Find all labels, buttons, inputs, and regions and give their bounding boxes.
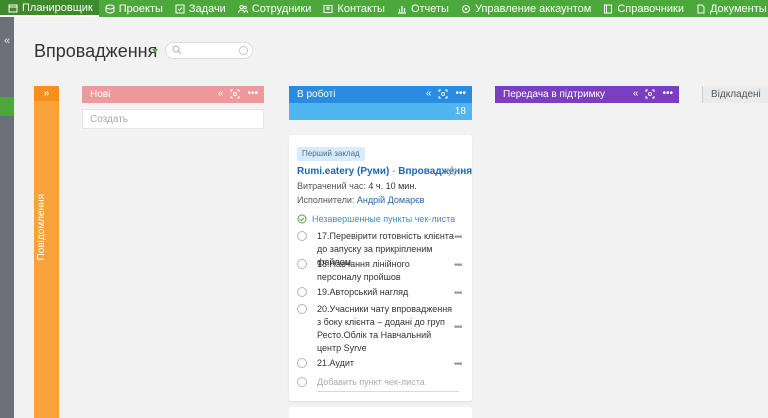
more-icon[interactable]: ••• [455, 88, 466, 100]
assignee-link[interactable]: Андрій Домарєв [357, 195, 425, 205]
sidebar-active-marker[interactable] [0, 97, 14, 116]
checklist-item[interactable]: 20.Учасники чату впровадження з боку клі… [297, 303, 471, 355]
nav-item-label: Проекты [118, 2, 163, 15]
task-stage[interactable]: Впровадження [398, 166, 472, 177]
left-sidebar: « [0, 17, 14, 418]
collapse-column-icon[interactable]: « [218, 88, 224, 100]
checklist-item[interactable]: 21.Аудит ••• [297, 357, 471, 371]
focus-icon[interactable] [230, 89, 240, 99]
checklist-checkbox[interactable] [297, 377, 307, 387]
column-header-deferred[interactable]: Відкладені [702, 86, 768, 103]
checklist-header[interactable]: Незавершенные пункты чек-листа [297, 214, 455, 224]
nav-item-label: Отчеты [410, 2, 449, 15]
focus-icon[interactable] [438, 89, 448, 99]
time-spent-label: Витрачений час: [297, 181, 366, 191]
chevron-down-icon[interactable] [152, 49, 158, 53]
checklist-item-text: 21.Аудит [317, 358, 355, 368]
add-checklist-input[interactable]: Добавить пункт чек-листа [317, 376, 459, 392]
calendar-icon [8, 4, 18, 12]
expand-column-button[interactable]: » [34, 86, 59, 101]
search-icon [172, 45, 182, 55]
nav-item-tasks[interactable]: Задачи [169, 0, 232, 17]
checklist-item-text: 18.Навчання лінійного персоналу пройшов [317, 259, 410, 282]
checklist-checkbox[interactable] [297, 259, 307, 269]
book-icon [604, 4, 613, 13]
create-task-input[interactable]: Создать [82, 109, 264, 129]
nav-item-label: Сотрудники [251, 2, 312, 15]
column-tools: « ••• [426, 88, 466, 100]
nav-item-planner[interactable]: Планировщик [0, 0, 99, 17]
time-spent: Витрачений час: 4 ч. 10 мин. [297, 181, 417, 191]
more-icon[interactable]: ••• [662, 88, 673, 100]
column-tools: « ••• [218, 88, 258, 100]
chart-icon [397, 5, 406, 14]
column-header-support[interactable]: Передача в підтримку « ••• [495, 86, 679, 103]
column-title: Відкладені [711, 89, 761, 100]
checklist-header-label: Незавершенные пункты чек-листа [312, 214, 456, 224]
nav-item-label: Задачи [188, 2, 226, 15]
more-icon[interactable]: ••• [454, 359, 462, 370]
column-title: Передача в підтримку [503, 89, 606, 100]
assignee-label: Исполнители: [297, 195, 355, 205]
more-icon[interactable]: ••• [247, 88, 258, 100]
page-title[interactable]: Впровадження [34, 41, 157, 62]
focus-icon[interactable] [645, 89, 655, 99]
search-options-icon[interactable] [239, 46, 248, 55]
more-icon[interactable]: ••• [454, 232, 462, 243]
nav-item-label: Управление аккаунтом [474, 2, 592, 15]
column-header-in-work[interactable]: В роботі « ••• [289, 86, 472, 103]
column-title: В роботі [297, 89, 336, 100]
task-card[interactable] [289, 407, 472, 418]
nav-item-documents[interactable]: Документы [690, 0, 768, 17]
checklist-item-text: 19.Авторський нагляд [317, 287, 409, 297]
checklist-checkbox[interactable] [297, 304, 307, 314]
nav-item-projects[interactable]: Проекты [99, 0, 169, 17]
nav-item-account[interactable]: Управление аккаунтом [455, 0, 597, 17]
check-circle-icon [297, 214, 307, 224]
document-icon [697, 4, 705, 13]
nav-item-label: Справочники [617, 2, 684, 15]
checklist-item-text: 20.Учасники чату впровадження з боку клі… [317, 304, 453, 353]
more-icon[interactable]: ••• [454, 260, 462, 271]
search-input[interactable] [165, 42, 253, 59]
column-title: Нові [90, 89, 111, 100]
collapse-column-icon[interactable]: « [633, 88, 639, 100]
checkbox-icon [175, 4, 185, 13]
task-tag[interactable]: Перший заклад [297, 147, 365, 161]
stack-icon [105, 4, 115, 14]
collapse-column-icon[interactable]: « [426, 88, 432, 100]
top-navigation: Планировщик Проекты Задачи Сотрудники Ко… [0, 0, 768, 17]
checklist-item[interactable]: 19.Авторський нагляд ••• [297, 286, 471, 300]
task-card[interactable]: Перший заклад Rumi.eatery (Руми) - Впров… [289, 135, 472, 401]
checklist-checkbox[interactable] [297, 358, 307, 368]
checklist-item[interactable]: 18.Навчання лінійного персоналу пройшов … [297, 258, 471, 284]
column-tools: « ••• [633, 88, 673, 100]
task-client-name[interactable]: Rumi.eatery (Руми) [297, 166, 389, 177]
contact-card-icon [323, 4, 333, 13]
checklist-checkbox[interactable] [297, 287, 307, 297]
column-task-count: 18 [289, 103, 472, 120]
nav-item-label: Контакты [337, 2, 385, 15]
nav-item-label: Планировщик [22, 1, 93, 14]
people-icon [237, 4, 248, 13]
collapsed-column-notifications[interactable]: » Повідомлення [34, 86, 59, 418]
column-header-new[interactable]: Нові « ••• [82, 86, 264, 103]
assignees: Исполнители: Андрій Домарєв [297, 195, 424, 205]
column-title: Повідомлення [36, 194, 47, 261]
add-checklist-item[interactable]: Добавить пункт чек-листа [297, 376, 471, 392]
nav-item-employees[interactable]: Сотрудники [232, 0, 318, 17]
checklist-checkbox[interactable] [297, 231, 307, 241]
nav-item-contacts[interactable]: Контакты [317, 0, 391, 17]
more-icon[interactable]: ••• [454, 322, 462, 333]
nav-item-label: Документы [709, 2, 767, 15]
more-icon[interactable]: ••• [454, 288, 462, 299]
settings-icon [461, 4, 470, 13]
nav-item-references[interactable]: Справочники [597, 0, 690, 17]
nav-item-reports[interactable]: Отчеты [391, 0, 455, 17]
sidebar-collapse-button[interactable]: « [1, 35, 13, 47]
time-spent-value: 4 ч. 10 мин. [368, 181, 417, 191]
star-icon[interactable] [446, 165, 458, 177]
title-separator: - [392, 166, 396, 177]
checklist-item[interactable]: 17.Перевірити готовність клієнта до запу… [297, 230, 471, 267]
